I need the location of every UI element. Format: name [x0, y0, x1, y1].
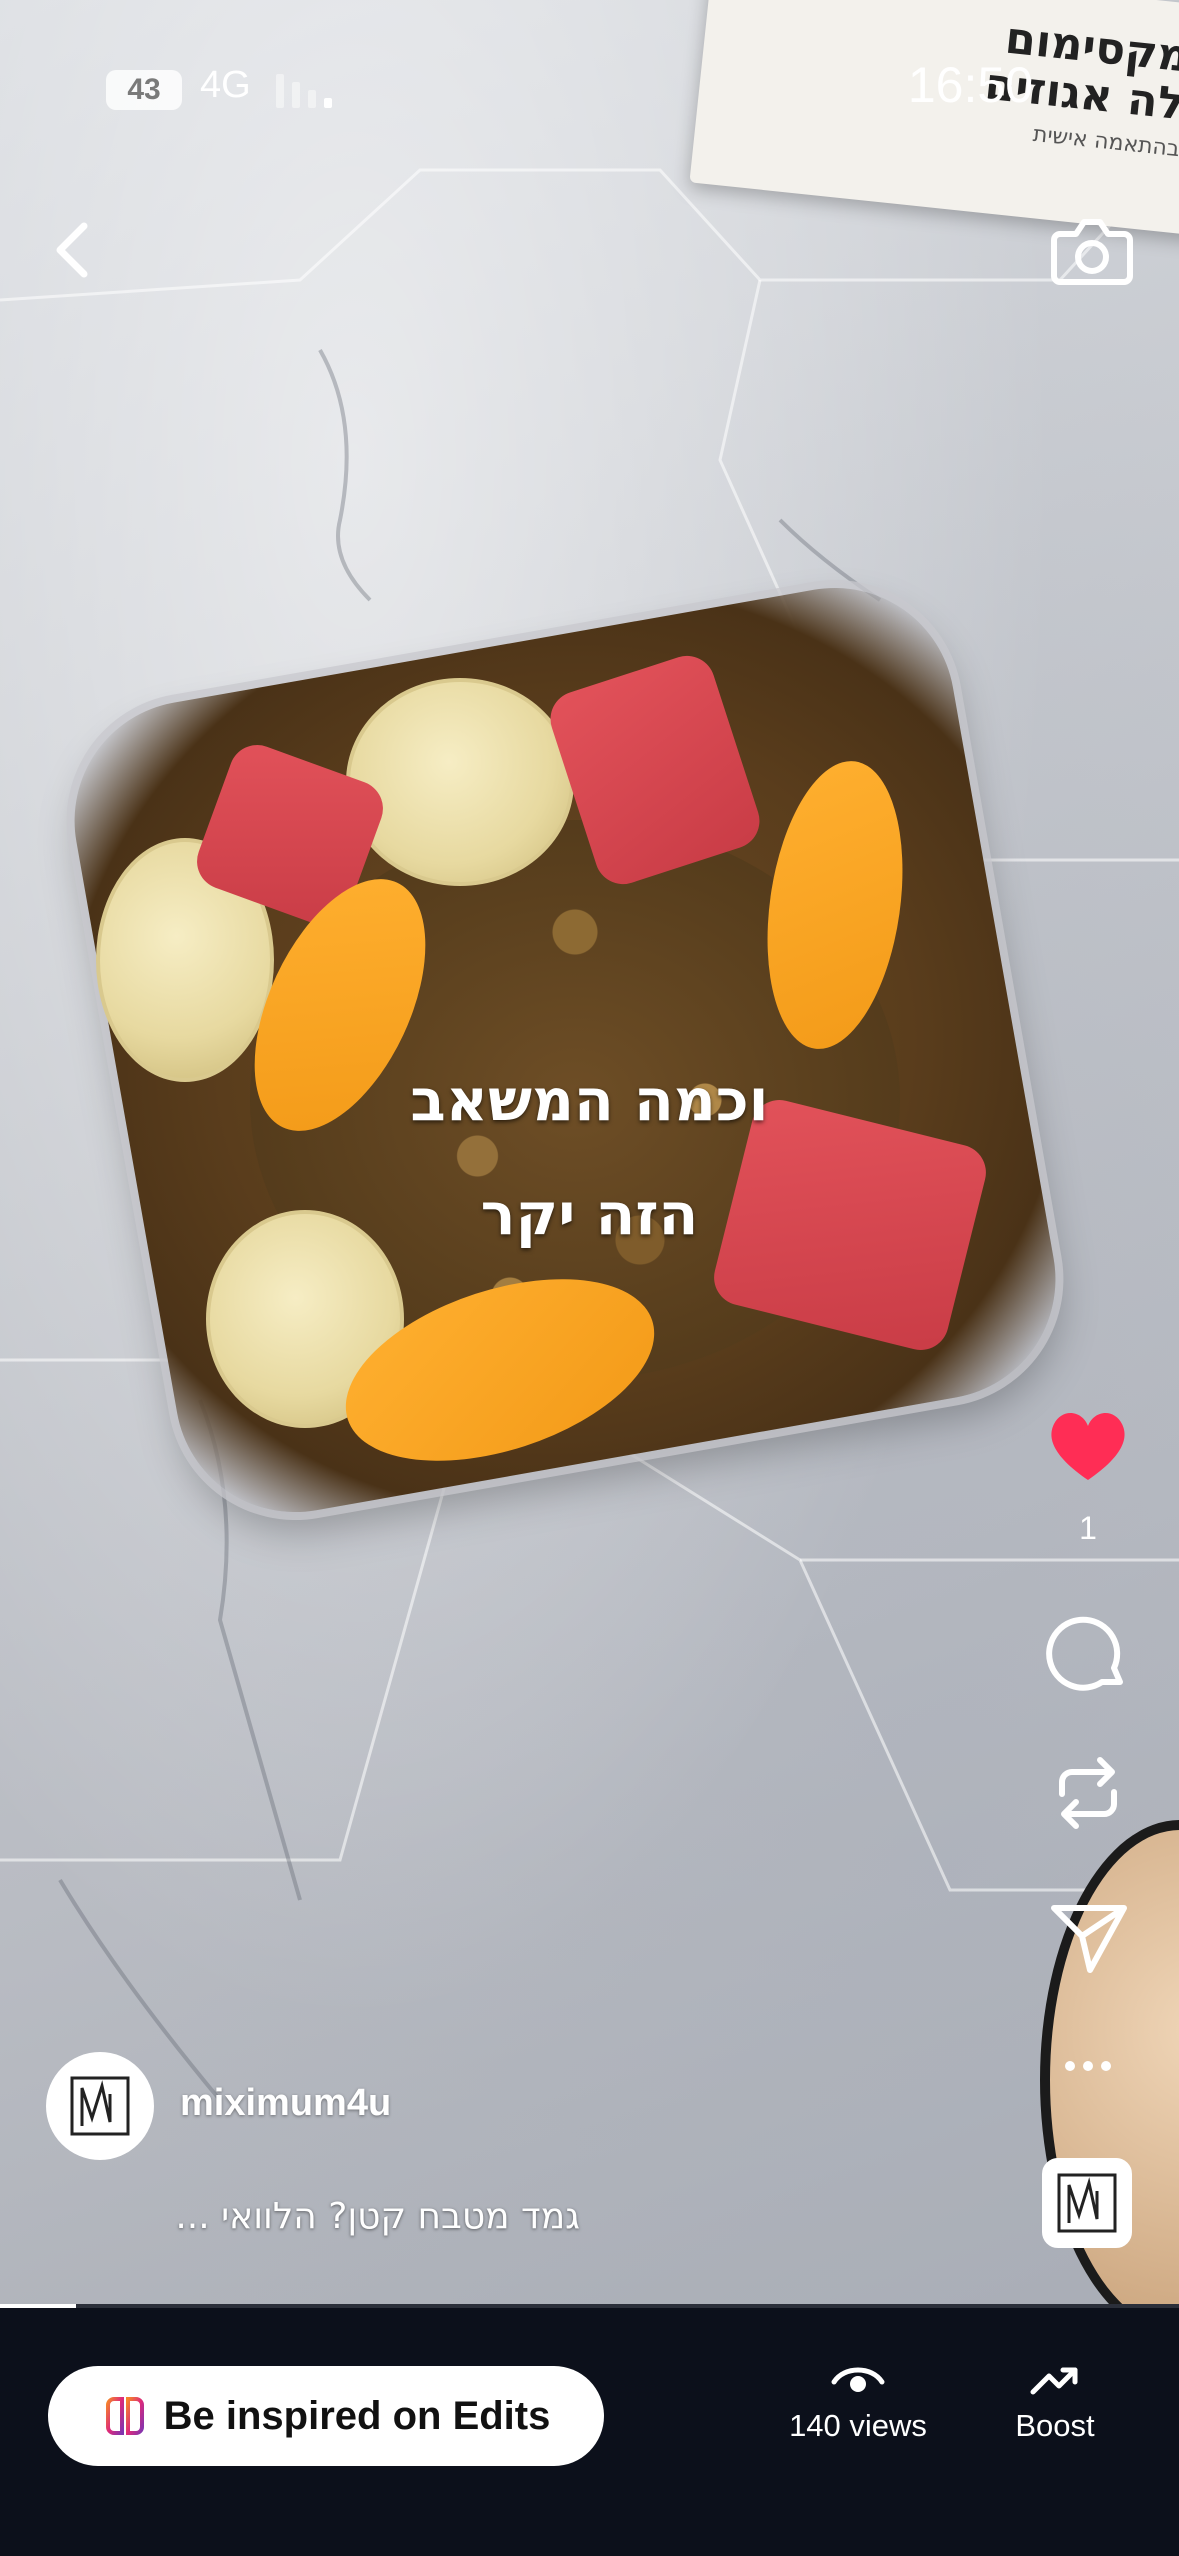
brand-logo-icon — [70, 2076, 130, 2136]
banana-slice — [346, 678, 574, 886]
edits-logo-icon — [105, 2397, 144, 2435]
edits-button[interactable]: Be inspired on Edits — [48, 2366, 604, 2466]
avatar[interactable] — [46, 2052, 154, 2160]
views-stat[interactable]: 140 views — [770, 2360, 946, 2444]
bottom-bar: Be inspired on Edits 140 views Boost — [0, 2308, 1179, 2556]
boost-label: Boost — [1015, 2408, 1095, 2443]
status-bar: 43 4G 16:50 — [0, 0, 1179, 160]
video-caption-line1: וכמה המשאב — [410, 1066, 769, 1134]
boost-button[interactable]: Boost — [1000, 2360, 1110, 2444]
status-badge: 43 — [106, 70, 182, 110]
camera-icon[interactable] — [1050, 212, 1134, 288]
status-time: 16:50 — [907, 57, 1033, 113]
back-icon[interactable] — [44, 218, 100, 282]
like-count[interactable]: 1 — [1040, 1510, 1136, 1547]
post-caption[interactable]: גמד מטבח קטן? הלוואי ... — [130, 2196, 580, 2237]
heart-icon[interactable] — [1040, 1400, 1136, 1490]
edits-button-label: Be inspired on Edits — [163, 2393, 551, 2438]
share-icon[interactable] — [1040, 1894, 1136, 1980]
eye-icon — [831, 2367, 885, 2392]
signal-icon — [276, 74, 332, 108]
username[interactable]: miximum4u — [180, 2082, 391, 2125]
network-type: 4G — [200, 64, 251, 106]
video-caption-line2: הזה יקר — [480, 1180, 699, 1248]
brand-logo-icon — [1057, 2173, 1117, 2233]
views-label: 140 views — [789, 2408, 927, 2443]
reel-video[interactable]: מקסימום לה אגוזים בהתאמה אישית וכמה המשא… — [0, 0, 1179, 2306]
repost-icon[interactable] — [1040, 1748, 1136, 1838]
comment-icon[interactable] — [1040, 1610, 1136, 1700]
more-icon[interactable] — [1040, 2054, 1136, 2078]
audio-thumbnail[interactable] — [1042, 2158, 1132, 2248]
trend-up-icon — [1030, 2367, 1078, 2395]
